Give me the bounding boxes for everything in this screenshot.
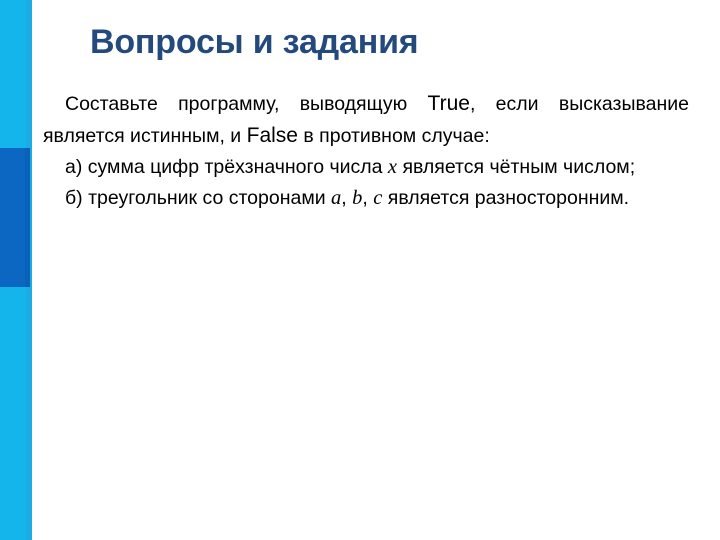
literal-false: False	[246, 124, 298, 147]
task-a-text-part-2: является чётным числом;	[397, 156, 636, 178]
paragraph-task-intro: Составьте программу, выводящую True, есл…	[43, 88, 689, 152]
task-a-text-part-1: а) сумма цифр трёхзначного числа	[65, 156, 388, 178]
task-b-text-part-2: является разносторонним.	[382, 187, 630, 209]
left-accent-bar-navy-edge	[25, 148, 30, 287]
task-b-comma-1: ,	[341, 187, 353, 209]
slide-title: Вопросы и задания	[90, 23, 419, 61]
variable-a: a	[331, 187, 342, 209]
slide-canvas: Вопросы и задания Составьте программу, в…	[0, 0, 720, 540]
literal-true: True	[427, 92, 470, 115]
paragraph-task-a: а) сумма цифр трёхзначного числа x являе…	[43, 152, 689, 183]
task-b-comma-2: ,	[362, 187, 374, 209]
variable-x: x	[387, 156, 398, 178]
intro-text-part-3: в противном случае:	[297, 125, 490, 147]
task-b-text-part-1: б) треугольник со сторонами	[65, 187, 332, 209]
paragraph-task-b: б) треугольник со сторонами a, b, c явля…	[43, 183, 689, 214]
slide-body: Составьте программу, выводящую True, есл…	[43, 88, 689, 214]
intro-text-part-1: Составьте программу, выводящую	[65, 93, 428, 115]
variable-c: c	[373, 187, 383, 209]
variable-b: b	[352, 187, 363, 209]
